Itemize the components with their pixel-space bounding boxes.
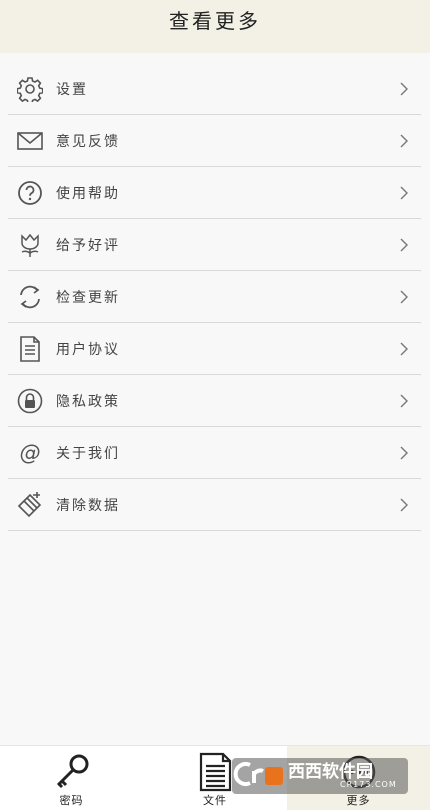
menu-item-feedback[interactable]: 意见反馈 [8,115,421,167]
document-icon [197,752,233,792]
chevron-right-icon [397,498,411,512]
at-icon: @ [19,440,41,465]
chevron-right-icon [397,290,411,304]
menu-item-label: 设置 [56,81,88,98]
chevron-right-icon [397,394,411,408]
envelope-icon [16,127,44,155]
menu-item-privacy-policy[interactable]: 隐私政策 [8,375,421,427]
menu-item-label: 用户协议 [56,341,120,358]
chevron-right-icon [397,186,411,200]
chevron-right-icon [397,342,411,356]
tab-password[interactable]: 密码 [0,746,143,810]
eraser-icon [16,491,44,519]
page-title: 查看更多 [169,9,261,33]
watermark-text: 西西软件园 [288,761,373,782]
menu-item-label: 隐私政策 [56,393,120,410]
menu-list: 设置 意见反馈 使用帮助 给予好评 检查更新 用户协议 隐私政策 @ 关于我们 … [8,63,421,531]
question-icon [16,179,44,207]
watermark-subtext: CR173.COM [340,779,397,789]
menu-item-about-us[interactable]: @ 关于我们 [8,427,421,479]
document-icon [16,335,44,363]
chevron-right-icon [397,446,411,460]
menu-item-label: 意见反馈 [56,133,120,150]
refresh-icon [16,283,44,311]
gear-icon [16,75,44,103]
lock-icon [16,387,44,415]
chevron-right-icon [397,134,411,148]
chevron-right-icon [397,82,411,96]
menu-item-label: 检查更新 [56,289,120,306]
menu-item-rate[interactable]: 给予好评 [8,219,421,271]
menu-item-check-update[interactable]: 检查更新 [8,271,421,323]
menu-item-user-agreement[interactable]: 用户协议 [8,323,421,375]
menu-item-label: 关于我们 [56,445,120,462]
menu-item-label: 使用帮助 [56,185,120,202]
header-bar: 查看更多 [0,0,430,53]
menu-item-label: 给予好评 [56,237,120,254]
tab-label: 更多 [346,794,371,807]
menu-item-help[interactable]: 使用帮助 [8,167,421,219]
watermark-logo-icon [232,759,284,793]
watermark-logo: 西西软件园 CR173.COM [232,758,408,794]
chevron-right-icon [397,238,411,252]
menu-item-settings[interactable]: 设置 [8,63,421,115]
menu-item-clear-data[interactable]: 清除数据 [8,479,421,531]
tab-label: 密码 [59,794,84,807]
key-icon [52,752,92,792]
flower-icon [16,231,44,259]
menu-item-label: 清除数据 [56,497,120,514]
tab-label: 文件 [203,794,227,807]
